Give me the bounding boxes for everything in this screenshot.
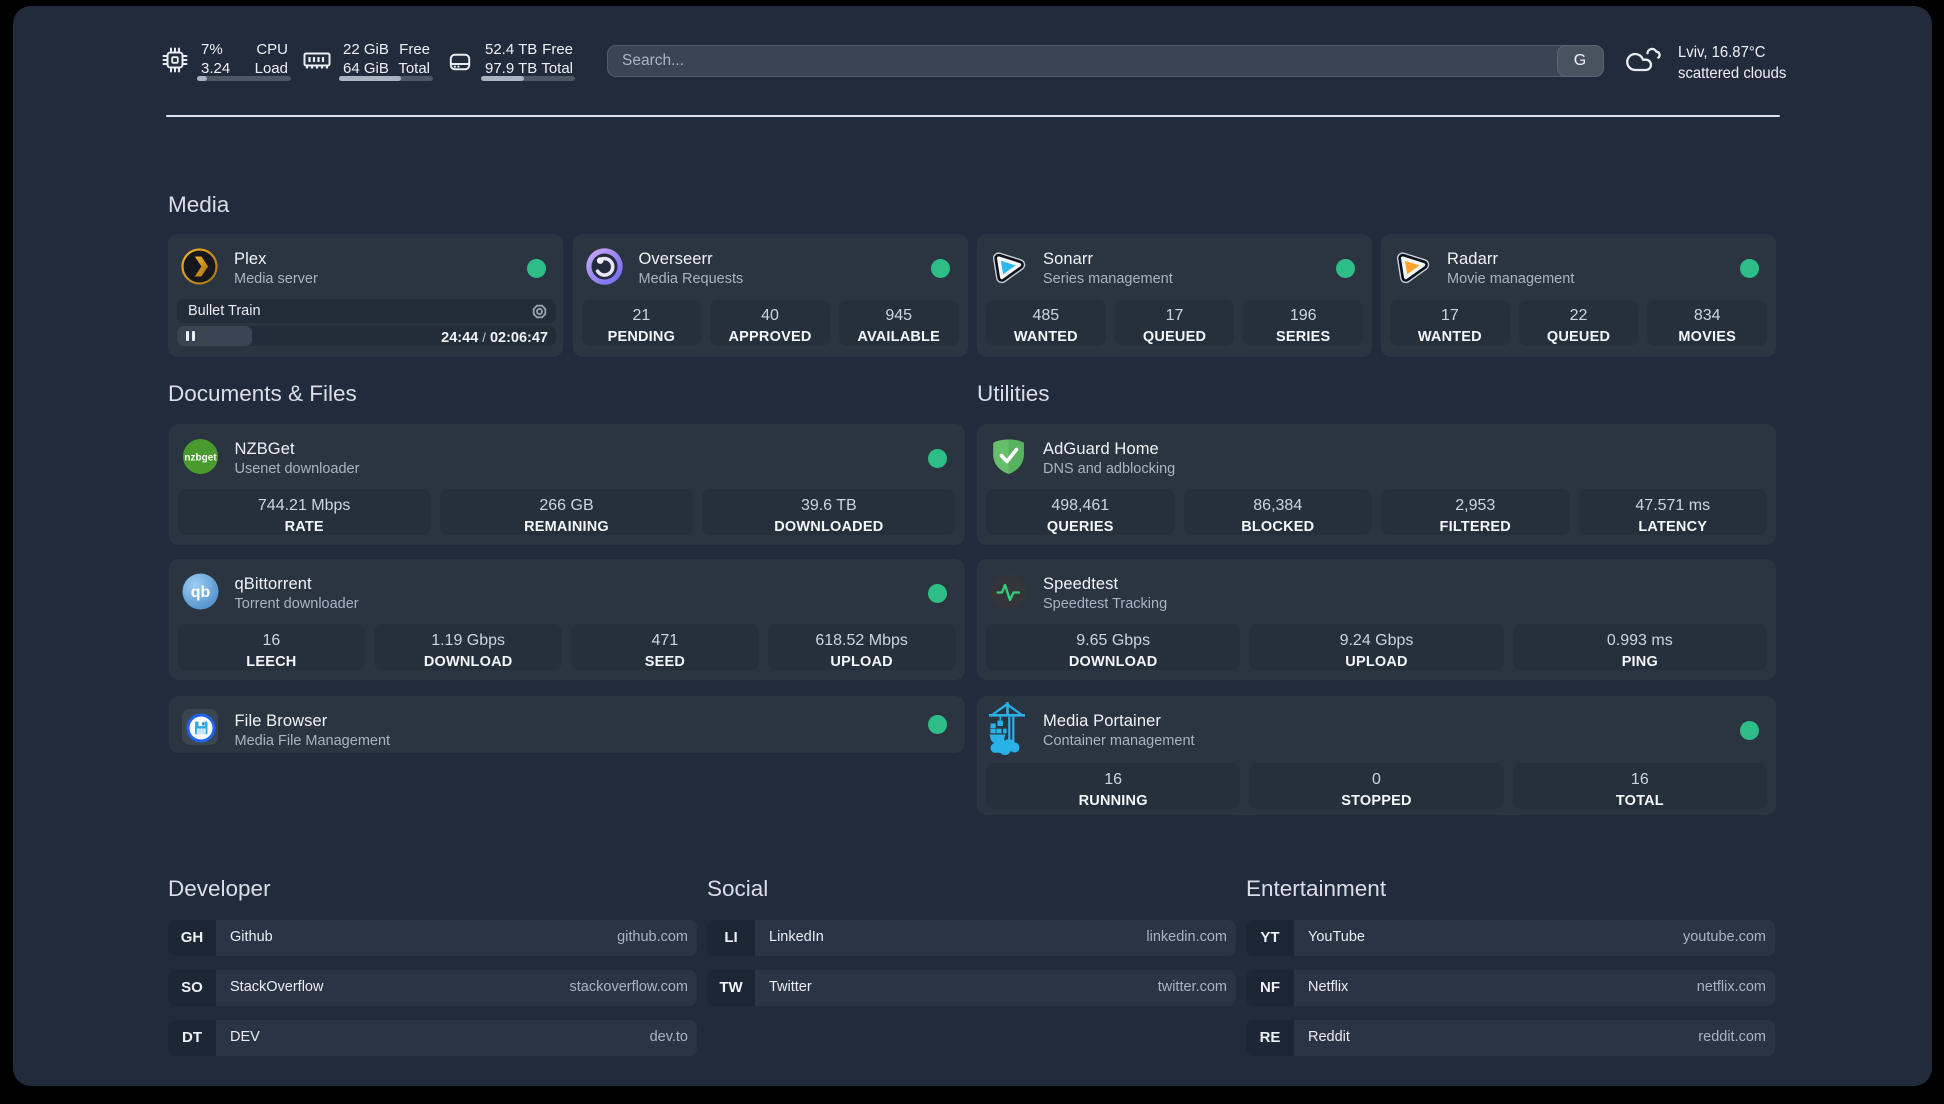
svg-text:qb: qb	[190, 584, 210, 601]
svg-text:nzbget: nzbget	[184, 452, 217, 463]
